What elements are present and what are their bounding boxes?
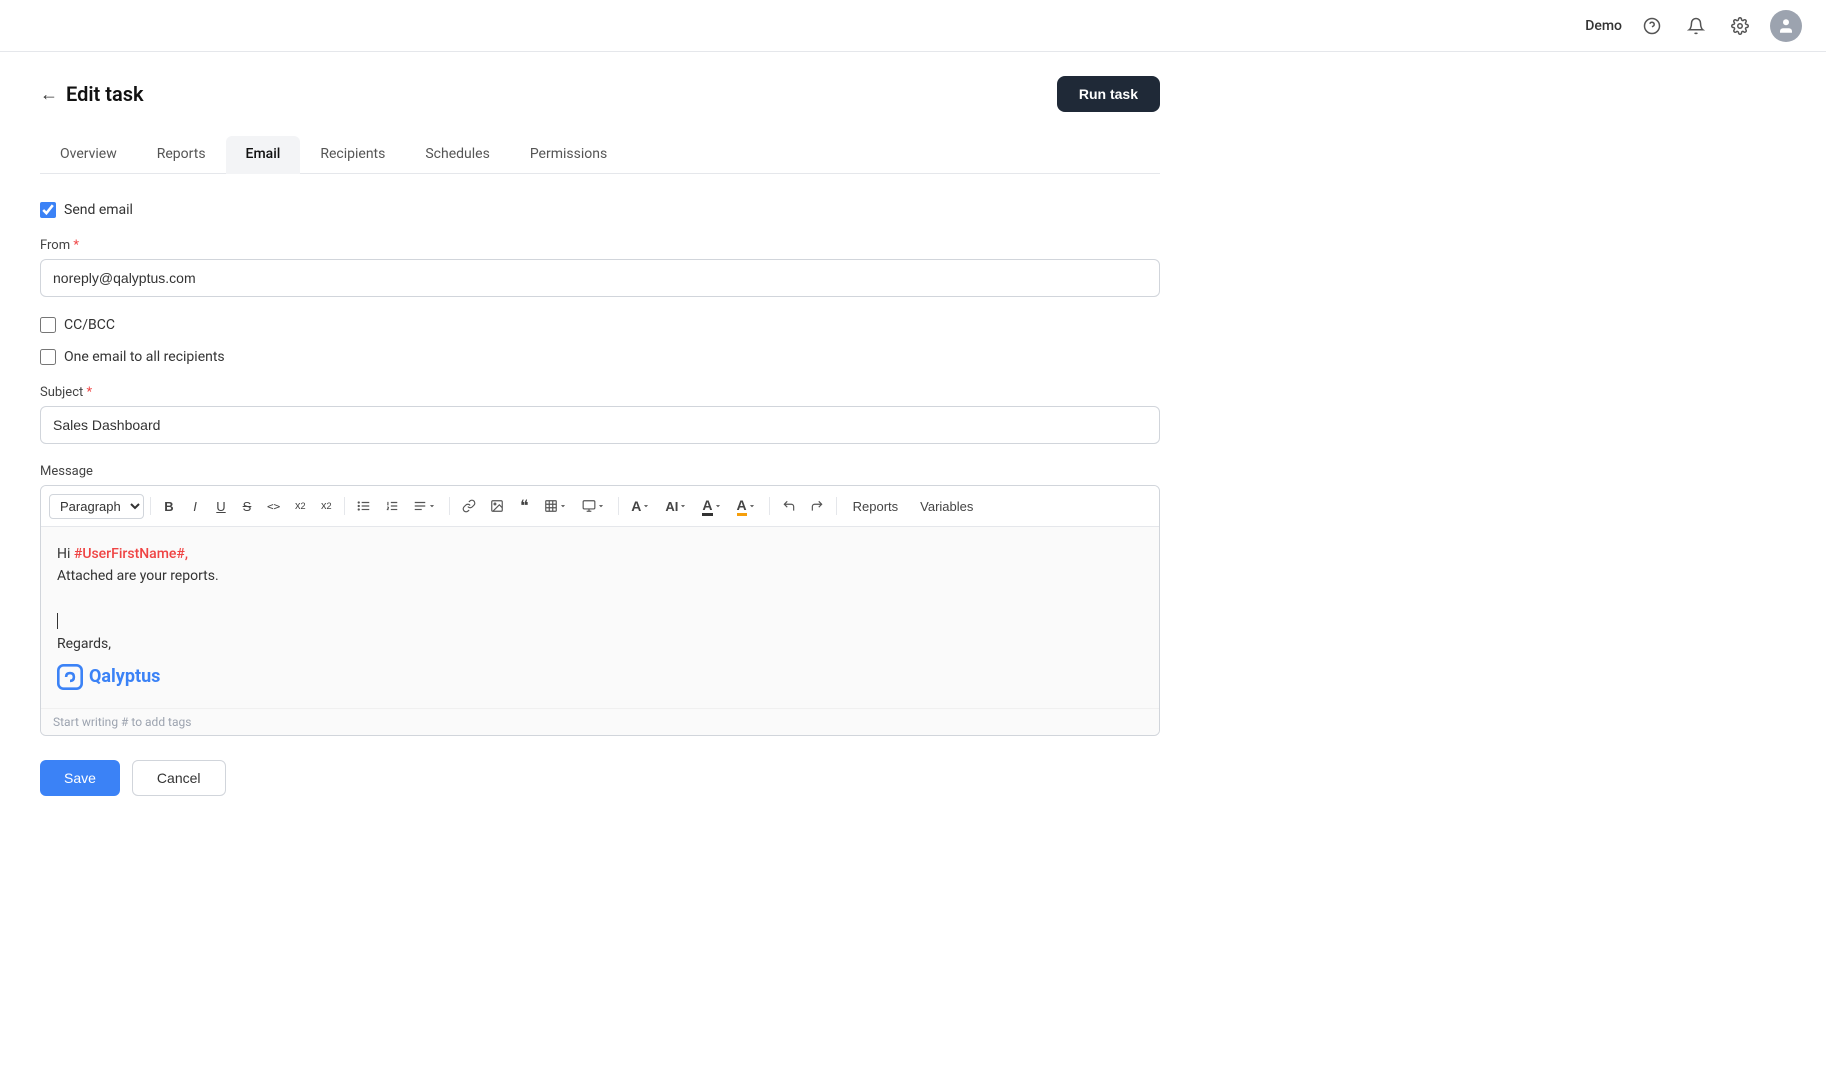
message-editor-wrapper: Paragraph B I U S <> (40, 485, 1160, 736)
settings-icon[interactable] (1726, 12, 1754, 40)
qalyptus-brand-name: Qalyptus (89, 663, 160, 692)
page-content: ← Edit task Run task Overview Reports Em… (0, 52, 1200, 820)
toolbar-divider-3 (449, 497, 450, 515)
underline-button[interactable]: U (209, 495, 233, 518)
user-avatar[interactable] (1770, 10, 1802, 42)
toolbar-divider-5 (769, 497, 770, 515)
message-editor-content[interactable]: Hi #UserFirstName#, Attached are your re… (41, 527, 1159, 708)
redo-button[interactable] (804, 495, 830, 517)
subject-field-group: Subject * (40, 385, 1160, 444)
font-size-button[interactable]: A (625, 494, 657, 518)
variables-toolbar-button[interactable]: Variables (910, 495, 983, 518)
tab-overview[interactable]: Overview (40, 136, 137, 174)
subject-required-marker: * (83, 385, 92, 400)
ccbcc-checkbox-row[interactable]: CC/BCC (40, 317, 1160, 333)
editor-tag: #UserFirstName#, (74, 546, 188, 562)
from-input[interactable] (40, 259, 1160, 297)
run-task-button[interactable]: Run task (1057, 76, 1160, 112)
superscript-button[interactable]: x2 (314, 496, 338, 516)
embed-button[interactable] (576, 495, 612, 517)
from-field-group: From * (40, 238, 1160, 297)
align-button[interactable] (407, 495, 443, 517)
ai-button[interactable]: AI (659, 495, 694, 518)
cursor (57, 613, 58, 629)
image-button[interactable] (484, 495, 510, 517)
action-buttons: Save Cancel (40, 760, 1160, 796)
strikethrough-button[interactable]: S (235, 495, 259, 518)
toolbar-divider-1 (150, 497, 151, 515)
toolbar-divider-2 (344, 497, 345, 515)
top-navigation: Demo (0, 0, 1826, 52)
subscript-button[interactable]: x2 (288, 496, 312, 516)
quote-button[interactable]: ❝ (512, 492, 536, 520)
italic-button[interactable]: I (183, 495, 207, 518)
editor-hi-text: Hi (57, 546, 74, 562)
qalyptus-logo-icon (57, 664, 83, 690)
editor-regards (57, 610, 1143, 632)
undo-button[interactable] (776, 495, 802, 517)
send-email-checkbox[interactable] (40, 202, 56, 218)
one-email-checkbox-row[interactable]: One email to all recipients (40, 349, 1160, 365)
from-required-marker: * (70, 238, 79, 253)
from-label: From * (40, 238, 1160, 253)
ccbcc-checkbox[interactable] (40, 317, 56, 333)
one-email-label: One email to all recipients (64, 349, 225, 365)
subject-label: Subject * (40, 385, 1160, 400)
editor-toolbar: Paragraph B I U S <> (41, 486, 1159, 527)
help-icon[interactable] (1638, 12, 1666, 40)
page-title: Edit task (66, 82, 144, 106)
bullet-list-button[interactable] (351, 495, 377, 517)
cancel-button[interactable]: Cancel (132, 760, 226, 796)
link-button[interactable] (456, 495, 482, 517)
editor-line-1: Hi #UserFirstName#, (57, 543, 1143, 565)
back-link[interactable]: ← Edit task (40, 82, 144, 106)
message-label: Message (40, 464, 1160, 479)
bold-button[interactable]: B (157, 495, 181, 518)
back-arrow-icon: ← (40, 84, 58, 105)
editor-hint: Start writing # to add tags (41, 708, 1159, 735)
code-button[interactable]: <> (261, 496, 286, 517)
ccbcc-label: CC/BCC (64, 317, 115, 333)
one-email-checkbox[interactable] (40, 349, 56, 365)
toolbar-divider-4 (618, 497, 619, 515)
send-email-section: Send email (40, 202, 1160, 218)
ccbcc-section: CC/BCC One email to all recipients (40, 317, 1160, 365)
ordered-list-button[interactable] (379, 495, 405, 517)
font-color-button[interactable]: A (696, 493, 728, 520)
subject-input[interactable] (40, 406, 1160, 444)
editor-line-2: Attached are your reports. (57, 565, 1143, 587)
tab-permissions[interactable]: Permissions (510, 136, 627, 174)
table-button[interactable] (538, 495, 574, 517)
tab-reports[interactable]: Reports (137, 136, 226, 174)
reports-toolbar-button[interactable]: Reports (843, 495, 909, 518)
bg-color-button[interactable]: A (731, 493, 763, 520)
message-field-group: Message Paragraph B I U S (40, 464, 1160, 736)
save-button[interactable]: Save (40, 760, 120, 796)
tabs-nav: Overview Reports Email Recipients Schedu… (40, 136, 1160, 174)
top-nav-right: Demo (1585, 10, 1802, 42)
send-email-checkbox-row[interactable]: Send email (40, 202, 1160, 218)
toolbar-divider-6 (836, 497, 837, 515)
tab-email[interactable]: Email (226, 136, 301, 174)
notification-icon[interactable] (1682, 12, 1710, 40)
tab-recipients[interactable]: Recipients (300, 136, 405, 174)
qalyptus-logo: Qalyptus (57, 663, 1143, 692)
editor-regards-text: Regards, (57, 633, 1143, 655)
demo-label: Demo (1585, 18, 1622, 34)
paragraph-select[interactable]: Paragraph (49, 494, 144, 519)
send-email-label: Send email (64, 202, 133, 218)
page-header: ← Edit task Run task (40, 76, 1160, 112)
editor-blank-line (57, 588, 1143, 610)
tab-schedules[interactable]: Schedules (405, 136, 509, 174)
